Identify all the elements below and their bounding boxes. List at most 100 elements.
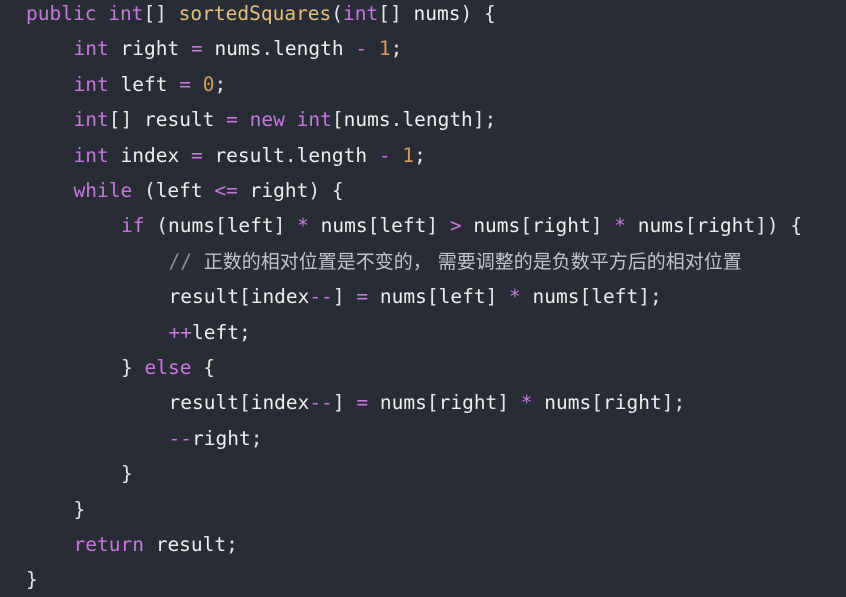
punctuation-token: [ [520, 214, 533, 238]
punctuation-token: ]; [472, 108, 497, 132]
punctuation-token [109, 73, 121, 96]
punctuation-token: [ [214, 214, 227, 238]
identifier-token: index [250, 391, 310, 415]
punctuation-token [179, 37, 191, 60]
punctuation-token: ; [238, 320, 251, 344]
punctuation-token: ( [331, 2, 344, 25]
punctuation-token [285, 108, 297, 131]
operator-token: > [449, 214, 462, 238]
identifier-token: right [696, 214, 756, 238]
punctuation-token: } [121, 356, 145, 379]
punctuation-token [344, 37, 356, 60]
identifier-token: length [273, 37, 344, 61]
operator-token: = [226, 108, 238, 132]
keyword-token: while [73, 179, 133, 202]
keyword-token: int [73, 108, 109, 132]
punctuation-token [144, 533, 156, 556]
punctuation-token: ; [250, 426, 263, 450]
identifier-token: left [120, 72, 168, 96]
identifier-token: nums [473, 214, 521, 238]
punctuation-token: [ [238, 391, 251, 415]
punctuation-token: [] [108, 108, 144, 132]
code-line: int index = result.length - 1; [74, 138, 426, 173]
keyword-token: int [73, 143, 109, 167]
code-line: } [26, 562, 38, 597]
punctuation-token: ; [390, 37, 403, 61]
keyword-token: int [108, 2, 144, 25]
identifier-token: nums [167, 214, 215, 238]
identifier-token: right [249, 179, 309, 202]
code-line: } else { [121, 350, 215, 385]
identifier-token: left [591, 285, 639, 309]
identifier-token: nums [379, 285, 427, 309]
code-line: } [121, 456, 133, 491]
identifier-token: right [191, 426, 251, 450]
identifier-token: left [438, 285, 486, 309]
keyword-token: return [73, 533, 144, 556]
punctuation-token: ]; [661, 391, 686, 415]
punctuation-token: ) { [308, 179, 344, 202]
code-line: result[index--] = nums[left] * nums[left… [169, 279, 662, 314]
identifier-token: result [155, 533, 227, 556]
number-literal-token: 1 [378, 37, 391, 61]
code-line: while (left <= right) { [74, 173, 344, 208]
code-line: // 正数的相对位置是不变的， 需要调整的是负数平方后的相对位置 [169, 244, 742, 279]
punctuation-token: ] [332, 285, 357, 309]
punctuation-token [238, 179, 250, 202]
code-line: public int[] sortedSquares(int[] nums) { [26, 0, 496, 31]
punctuation-token [203, 37, 215, 60]
punctuation-token [214, 108, 226, 131]
keyword-token: int [73, 72, 109, 96]
punctuation-token [109, 37, 121, 60]
punctuation-token: ( [144, 214, 168, 238]
code-line: int[] result = new int[nums.length]; [74, 102, 497, 137]
punctuation-token: [ [331, 108, 344, 132]
punctuation-token: [] [143, 2, 179, 25]
operator-token: = [356, 391, 369, 415]
identifier-token: left [191, 320, 239, 344]
operator-token: = [179, 72, 191, 96]
punctuation-token [96, 2, 108, 25]
identifier-token: result [168, 285, 239, 309]
operator-token: = [356, 285, 369, 309]
keyword-token: int [296, 108, 332, 132]
punctuation-token [367, 144, 379, 167]
identifier-token: nums [343, 108, 391, 132]
punctuation-token [109, 144, 121, 167]
identifier-token: result [168, 391, 239, 415]
identifier-token: nums [379, 391, 427, 415]
code-line: result[index--] = nums[right] * nums[rig… [169, 385, 686, 420]
punctuation-token [238, 108, 250, 131]
punctuation-token: ] [426, 214, 450, 238]
keyword-token: else [144, 356, 192, 379]
punctuation-token: [ [426, 285, 439, 309]
keyword-token: new [249, 108, 285, 132]
punctuation-token [203, 179, 215, 202]
identifier-token: nums [214, 37, 262, 61]
punctuation-token: } [73, 497, 86, 521]
operator-token: = [190, 143, 203, 167]
number-literal-token: 1 [402, 143, 415, 167]
identifier-token: nums [637, 214, 685, 238]
identifier-token: left [155, 179, 203, 202]
punctuation-token [167, 73, 179, 96]
code-line: return result; [74, 527, 238, 562]
punctuation-token [533, 391, 545, 414]
punctuation-token [367, 37, 379, 60]
punctuation-token [521, 285, 533, 308]
punctuation-token: [ [684, 214, 697, 238]
punctuation-token: ; [214, 72, 227, 96]
punctuation-token: ] [590, 214, 615, 238]
punctuation-token: ] [332, 391, 357, 415]
punctuation-token [191, 73, 203, 96]
punctuation-token: } [121, 462, 133, 486]
punctuation-token [309, 214, 321, 237]
punctuation-token [626, 214, 638, 237]
operator-token: * [520, 391, 533, 415]
operator-token: ++ [168, 320, 192, 344]
punctuation-token: ( [132, 179, 156, 202]
operator-token: - [355, 37, 368, 61]
punctuation-token: ; [226, 533, 238, 556]
code-line: int left = 0; [74, 67, 227, 102]
identifier-token: length [296, 143, 368, 167]
